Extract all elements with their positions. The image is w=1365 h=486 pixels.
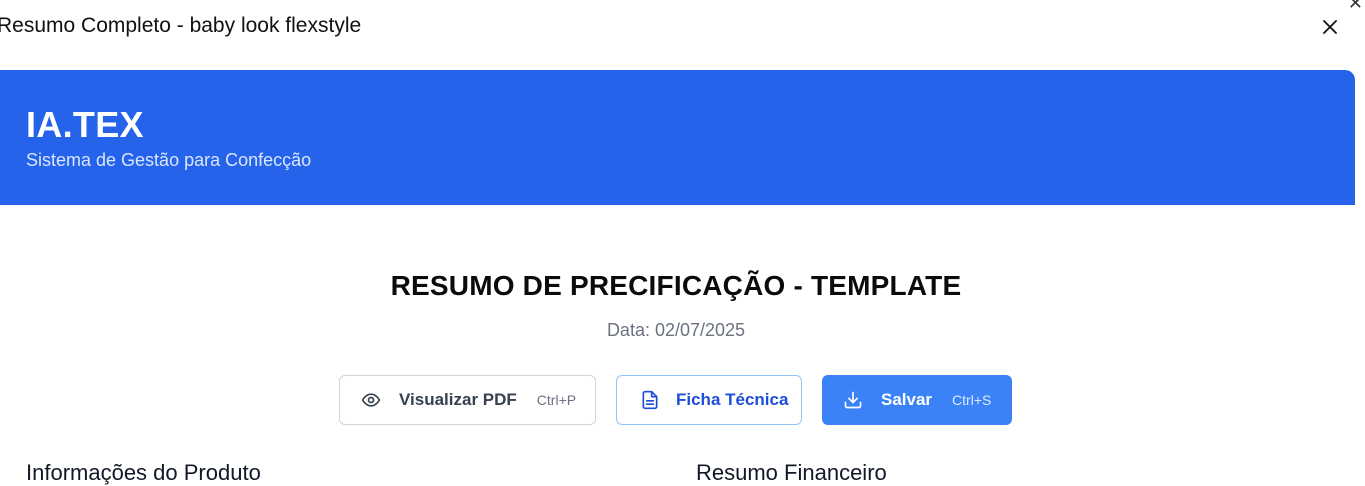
report-title: RESUMO DE PRECIFICAÇÃO - TEMPLATE [390, 270, 962, 301]
save-shortcut: Ctrl+S [952, 392, 992, 408]
brand-tagline: Sistema de Gestão para Confecção [26, 150, 312, 170]
save-button[interactable]: Salvar Ctrl+S [822, 375, 1012, 425]
tech-sheet-label: Ficha Técnica [676, 390, 789, 409]
save-label: Salvar [881, 390, 933, 409]
preview-pdf-button[interactable]: Visualizar PDF Ctrl+P [339, 375, 596, 425]
product-info-heading: Informações do Produto [26, 460, 261, 485]
close-button[interactable] [1320, 17, 1340, 37]
financial-summary-heading: Resumo Financeiro [696, 460, 887, 485]
document-icon [639, 389, 661, 411]
header-banner [0, 70, 1355, 205]
report-date: Data: 02/07/2025 [606, 320, 746, 340]
preview-pdf-shortcut: Ctrl+P [536, 392, 577, 408]
close-icon [1323, 20, 1337, 34]
eye-icon [360, 389, 382, 411]
download-icon [842, 389, 864, 411]
brand-logo: IA.TEX [26, 104, 144, 145]
window-close-icon[interactable]: ✕ [1348, 0, 1363, 12]
tech-sheet-button[interactable]: Ficha Técnica [616, 375, 802, 425]
preview-pdf-label: Visualizar PDF [399, 390, 517, 409]
dialog-title: Resumo Completo - baby look flexstyle [0, 14, 362, 37]
